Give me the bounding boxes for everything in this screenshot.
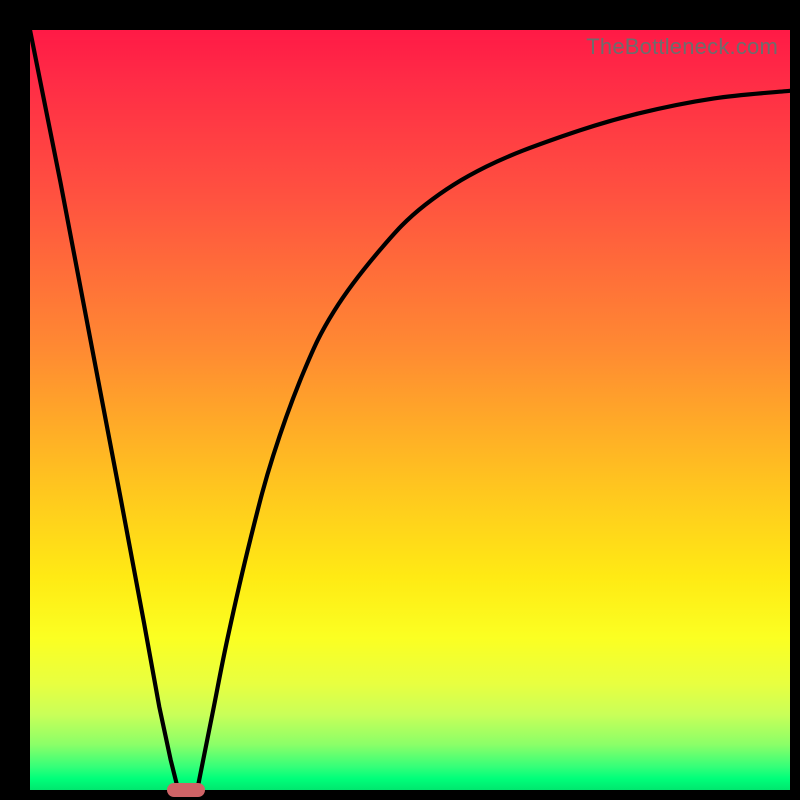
plot-area: TheBottleneck.com — [30, 30, 790, 790]
optimal-marker — [167, 783, 205, 797]
bottleneck-curve — [30, 30, 790, 790]
curve-path — [30, 30, 790, 790]
chart-frame: TheBottleneck.com — [0, 0, 800, 800]
